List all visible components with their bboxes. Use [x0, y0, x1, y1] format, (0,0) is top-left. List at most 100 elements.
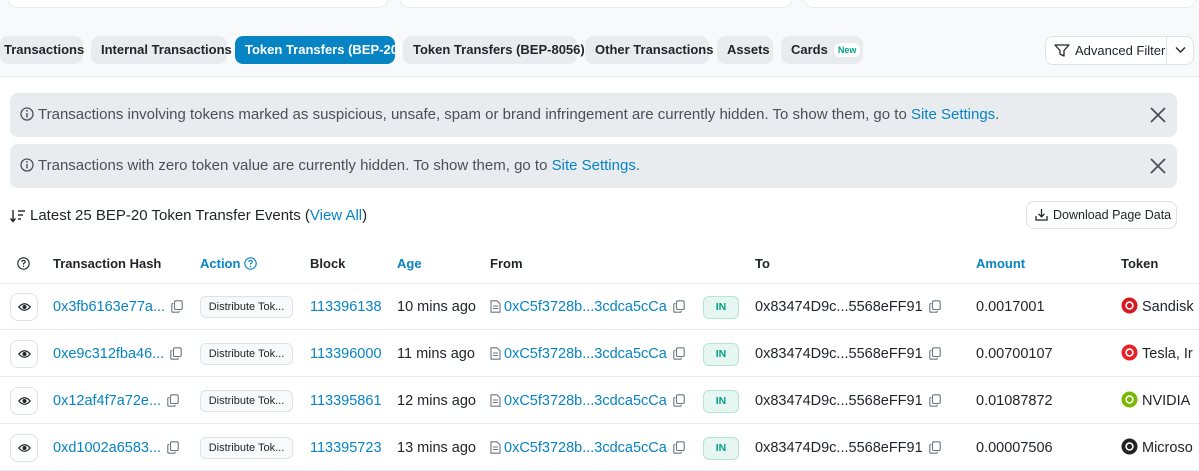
tx-hash-link[interactable]: 0x12af4f7a72e...	[53, 393, 161, 409]
direction-badge: IN	[703, 343, 739, 366]
summary-card	[400, 0, 792, 8]
sort-icon	[9, 210, 25, 223]
tab-assets[interactable]: Assets	[717, 36, 773, 64]
preview-button[interactable]	[10, 434, 38, 462]
alert-hidden-zero-value: Transactions with zero token value are c…	[10, 144, 1177, 188]
tx-hash-cell: 0x12af4f7a72e...	[53, 378, 179, 424]
column-from: From	[490, 256, 523, 271]
table-row: 0x12af4f7a72e... Distribute Tok... 1133958…	[0, 378, 1199, 424]
block-link[interactable]: 113396000	[310, 346, 382, 362]
direction-badge: IN	[703, 296, 739, 319]
copy-icon[interactable]	[928, 441, 941, 454]
tab-token-transfers-bep20[interactable]: Token Transfers (BEP-20)	[235, 36, 402, 64]
view-all-link[interactable]: View All	[310, 207, 362, 224]
column-amount[interactable]: Amount	[976, 244, 1025, 284]
summary-card	[8, 0, 388, 8]
tab-token-transfers-bep8056[interactable]: Token Transfers (BEP-8056)	[403, 36, 585, 64]
table-row: 0x3fb6163e77a... Distribute Tok... 1133961…	[0, 284, 1199, 330]
copy-icon[interactable]	[167, 394, 179, 407]
info-icon	[20, 107, 34, 121]
from-address-link[interactable]: 0xC5f3728b...3cdca5cCa	[504, 440, 667, 456]
token-name: Microso	[1142, 440, 1193, 456]
tab-label: Other Transactions	[595, 42, 714, 57]
eye-icon	[18, 397, 31, 405]
site-settings-link[interactable]: Site Settings	[911, 106, 995, 123]
tx-hash-link[interactable]: 0xe9c312fba46...	[53, 346, 164, 362]
token-name: Tesla, Ir	[1142, 346, 1193, 362]
copy-icon[interactable]	[673, 394, 685, 407]
chevron-down-icon	[1175, 47, 1186, 53]
summary-cards-strip	[0, 0, 1199, 12]
tx-hash-link[interactable]: 0xd1002a6583...	[53, 440, 161, 456]
download-page-data-button[interactable]: Download Page Data	[1026, 201, 1177, 229]
help-icon-header[interactable]	[17, 244, 30, 284]
tab-label: Assets	[727, 42, 770, 57]
token-cell[interactable]: Microso	[1121, 425, 1199, 471]
alert-text: Transactions involving tokens marked as …	[38, 106, 911, 123]
to-address: 0x83474D9c...5568eFF91	[755, 393, 923, 409]
age-cell: 11 mins ago	[397, 346, 475, 362]
close-icon[interactable]	[1149, 106, 1167, 124]
preview-button[interactable]	[10, 340, 38, 368]
site-settings-link[interactable]: Site Settings	[552, 157, 636, 174]
download-icon	[1035, 209, 1048, 221]
token-name: NVIDIA	[1142, 393, 1191, 409]
question-icon	[244, 257, 257, 270]
copy-icon[interactable]	[928, 300, 941, 313]
column-to: To	[755, 256, 770, 271]
direction-badge: IN	[703, 437, 739, 460]
table-header: Transaction Hash Action Block Age From T…	[0, 244, 1199, 284]
from-address-link[interactable]: 0xC5f3728b...3cdca5cCa	[504, 346, 667, 362]
copy-icon[interactable]	[673, 300, 685, 313]
action-badge: Distribute Tok...	[200, 296, 293, 318]
copy-icon[interactable]	[673, 441, 685, 454]
tab-label: Internal Transactions	[101, 42, 232, 57]
token-cell[interactable]: NVIDIA	[1121, 378, 1199, 424]
block-link[interactable]: 113396138	[310, 299, 382, 315]
eye-icon	[18, 303, 31, 311]
action-badge: Distribute Tok...	[200, 343, 293, 365]
block-cell: 113396000	[310, 331, 382, 377]
preview-button[interactable]	[10, 387, 38, 415]
advanced-filter-label: Advanced Filter	[1075, 43, 1166, 58]
column-block: Block	[310, 256, 346, 271]
tab-cards[interactable]: Cards New	[781, 36, 863, 64]
action-badge: Distribute Tok...	[200, 390, 293, 412]
block-cell: 113395723	[310, 425, 382, 471]
to-address: 0x83474D9c...5568eFF91	[755, 299, 923, 315]
block-link[interactable]: 113395861	[310, 393, 382, 409]
tx-hash-cell: 0x3fb6163e77a...	[53, 284, 183, 330]
events-header: Latest 25 BEP-20 Token Transfer Events (…	[9, 206, 368, 226]
tab-transactions[interactable]: Transactions	[0, 36, 84, 64]
preview-button[interactable]	[10, 293, 38, 321]
column-action[interactable]: Action	[200, 244, 257, 284]
advanced-filter-dropdown[interactable]	[1166, 37, 1194, 64]
close-icon[interactable]	[1149, 157, 1167, 175]
amount-cell: 0.00700107	[976, 346, 1053, 362]
tab-internal-transactions[interactable]: Internal Transactions	[91, 36, 232, 64]
table-row: 0xe9c312fba46... Distribute Tok... 1133960…	[0, 331, 1199, 377]
from-address-link[interactable]: 0xC5f3728b...3cdca5cCa	[504, 299, 667, 315]
copy-icon[interactable]	[928, 394, 941, 407]
tx-hash-link[interactable]: 0x3fb6163e77a...	[53, 299, 165, 315]
to-cell: 0x83474D9c...5568eFF91	[755, 331, 941, 377]
column-age[interactable]: Age	[397, 244, 422, 284]
to-cell: 0x83474D9c...5568eFF91	[755, 378, 941, 424]
events-header-tail: )	[362, 207, 368, 224]
copy-icon[interactable]	[673, 347, 685, 360]
advanced-filter-button[interactable]: Advanced Filter	[1046, 37, 1166, 64]
token-cell[interactable]: Tesla, Ir	[1121, 331, 1199, 377]
copy-icon[interactable]	[170, 347, 183, 360]
from-cell: 0xC5f3728b...3cdca5cCa	[490, 284, 685, 330]
copy-icon[interactable]	[171, 300, 183, 313]
from-address-link[interactable]: 0xC5f3728b...3cdca5cCa	[504, 393, 667, 409]
block-link[interactable]: 113395723	[310, 440, 382, 456]
table-row: 0xd1002a6583... Distribute Tok... 11339572…	[0, 425, 1199, 471]
contract-icon	[490, 394, 501, 407]
column-action-label: Action	[200, 256, 241, 271]
copy-icon[interactable]	[928, 347, 941, 360]
age-cell: 10 mins ago	[397, 299, 476, 315]
copy-icon[interactable]	[167, 441, 179, 454]
tab-other-transactions[interactable]: Other Transactions	[585, 36, 713, 64]
token-cell[interactable]: Sandisk	[1121, 284, 1199, 330]
